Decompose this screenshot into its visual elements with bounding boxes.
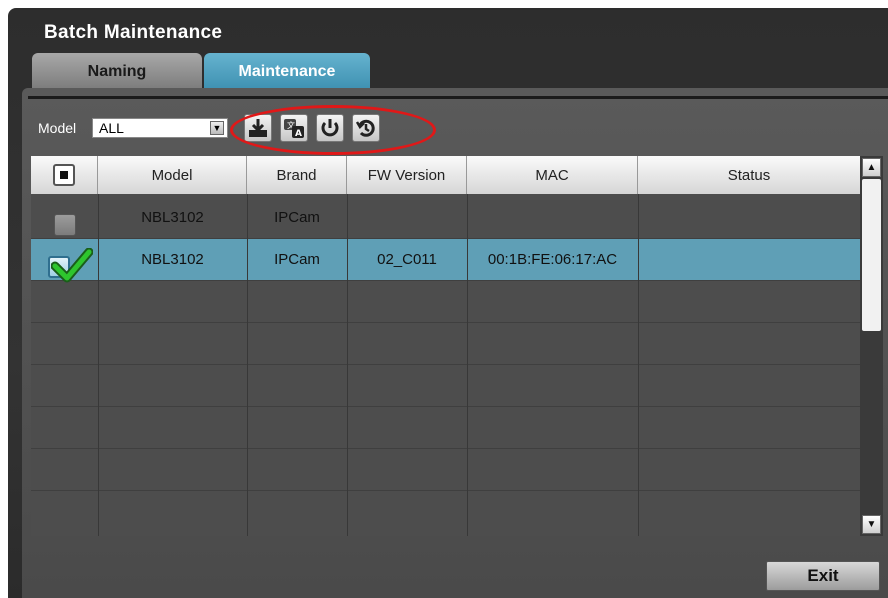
cell-model: NBL3102 [141,250,204,268]
cell-fw-version: 02_C011 [377,250,437,268]
header-select-all[interactable] [31,156,98,194]
checkmark-icon [51,248,93,283]
column-header-fw-version[interactable]: FW Version [347,156,467,194]
indeterminate-mark [60,171,68,179]
row-checkbox[interactable] [54,214,76,236]
cell-brand: IPCam [274,250,320,268]
table-scrollbar[interactable]: ▲ ▼ [860,156,883,536]
column-header-brand[interactable]: Brand [247,156,347,194]
row-divider [31,280,860,281]
row-divider [31,448,860,449]
cell-brand: IPCam [274,208,320,226]
row-divider [31,322,860,323]
window-title: Batch Maintenance [44,22,223,43]
scroll-down-arrow-icon[interactable]: ▼ [862,515,881,534]
cell-status [638,196,860,238]
model-filter-select[interactable]: ALL ▼ [92,118,228,138]
toolbar-highlight-ellipse [230,105,436,155]
table-header: Model Brand FW Version MAC Status [31,156,860,194]
cell-fw-version [347,196,467,238]
model-filter-label: Model [38,120,77,136]
cell-status [638,238,860,280]
chevron-down-icon[interactable]: ▼ [210,121,224,135]
model-filter-value: ALL [99,120,124,136]
select-all-checkbox[interactable] [53,164,75,186]
panel-divider [28,96,888,99]
batch-maintenance-window: Batch Maintenance Naming Maintenance Mod… [8,8,888,598]
row-divider [31,364,860,365]
scroll-up-arrow-icon[interactable]: ▲ [862,158,881,177]
column-header-model[interactable]: Model [98,156,247,194]
exit-button[interactable]: Exit [766,561,880,591]
tab-maintenance[interactable]: Maintenance [204,53,370,91]
column-header-status[interactable]: Status [638,156,860,194]
cell-mac [467,196,638,238]
device-table: Model Brand FW Version MAC Status NBL310… [31,156,860,536]
row-divider [31,406,860,407]
cell-model: NBL3102 [141,208,204,226]
row-divider [31,490,860,491]
scrollbar-thumb[interactable] [862,179,881,331]
cell-mac: 00:1B:FE:06:17:AC [487,250,618,268]
tab-naming[interactable]: Naming [32,53,202,91]
column-header-mac[interactable]: MAC [467,156,638,194]
